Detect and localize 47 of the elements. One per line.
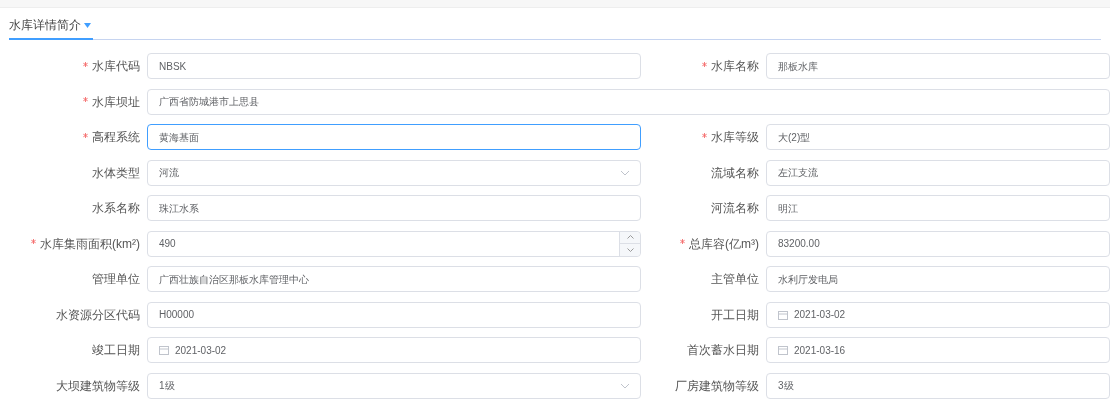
select-field[interactable]: 河流 [147,159,641,186]
input-field[interactable]: 大(2)型 [766,124,1110,150]
input-field[interactable]: 明江 [766,195,1110,221]
input-field[interactable]: 广西省防城港市上思县 [147,88,1110,115]
input-field[interactable]: 水利厅发电局 [766,266,1110,292]
field-label: 水库等级 [711,129,759,146]
field-label: 高程系统 [92,129,140,146]
field-label: 水资源分区代码 [56,306,140,324]
field-label: 水系名称 [92,200,140,217]
chevron-down-icon [626,247,634,252]
field-label: 水库坝址 [92,93,140,111]
number-field[interactable]: 490 [147,230,641,257]
field-label: 厂房建筑物等级 [675,377,759,395]
field-label: 首次蓄水日期 [687,342,759,359]
field-label: 水库名称 [711,58,759,75]
input-field[interactable]: 3级 [766,372,1110,399]
field-label: 流域名称 [711,164,759,182]
input-field[interactable]: 黄海基面 [147,124,641,150]
calendar-icon [159,345,169,355]
chevron-down-icon [620,169,630,176]
date-field[interactable]: 2021-03-02 [766,301,1110,328]
calendar-icon [778,345,788,355]
date-field[interactable]: 2021-03-02 [147,337,641,363]
field-label: 水库集雨面积(km²) [40,235,140,253]
field-label: 开工日期 [711,306,759,324]
field-label: 河流名称 [711,200,759,217]
section-tab[interactable]: 水库详情简介 [9,16,93,40]
field-label: 水体类型 [92,164,140,182]
field-label: 水库代码 [92,58,140,75]
input-field[interactable]: 珠江水系 [147,195,641,221]
date-field[interactable]: 2021-03-16 [766,337,1110,363]
chevron-down-icon [620,382,630,389]
calendar-icon [778,309,788,320]
input-field[interactable]: NBSK [147,53,641,79]
field-label: 大坝建筑物等级 [56,377,140,395]
input-field[interactable]: 左江支流 [766,159,1110,186]
input-field[interactable]: 广西壮族自治区那板水库管理中心 [147,266,641,292]
field-label: 竣工日期 [92,342,140,359]
input-field[interactable]: H00000 [147,301,641,328]
select-field[interactable]: 1级 [147,372,641,399]
field-label: 管理单位 [92,271,140,288]
caret-down-icon [84,22,91,28]
chevron-up-icon [626,235,634,239]
input-field[interactable]: 那板水库 [766,53,1110,79]
input-field[interactable]: 83200.00 [766,230,1110,257]
field-label: 总库容(亿m³) [689,235,759,253]
field-label: 主管单位 [711,271,759,288]
